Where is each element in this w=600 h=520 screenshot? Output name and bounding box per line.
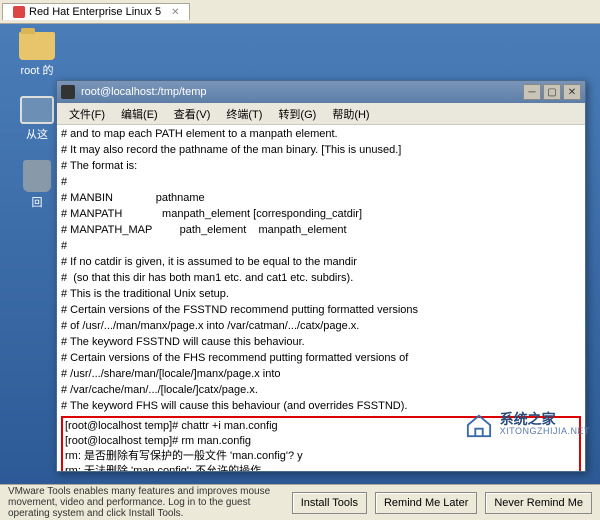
terminal-icon: [61, 85, 75, 99]
close-tab-icon[interactable]: ✕: [171, 7, 179, 18]
menu-view[interactable]: 查看(V): [168, 104, 217, 124]
install-tools-button[interactable]: Install Tools: [292, 492, 367, 514]
menu-terminal[interactable]: 终端(T): [220, 104, 268, 124]
remind-later-button[interactable]: Remind Me Later: [375, 492, 477, 514]
watermark-url: XITONGZHIJIA.NET: [500, 425, 590, 437]
minimize-button[interactable]: ─: [523, 84, 541, 100]
house-icon: [464, 412, 494, 438]
vmware-tools-bar: VMware Tools enables many features and i…: [0, 484, 600, 520]
desktop-icons: root 的 从这 回: [12, 32, 62, 210]
desktop-icon-label: root 的: [20, 62, 53, 78]
close-button[interactable]: ✕: [563, 84, 581, 100]
menu-bar: 文件(F) 编辑(E) 查看(V) 终端(T) 转到(G) 帮助(H): [57, 103, 585, 125]
window-title-bar[interactable]: root@localhost:/tmp/temp ─ ▢ ✕: [57, 81, 585, 103]
desktop-trash-icon[interactable]: 回: [12, 160, 62, 210]
menu-go[interactable]: 转到(G): [272, 104, 322, 124]
vm-tab-title: Red Hat Enterprise Linux 5: [29, 6, 161, 18]
folder-icon: [19, 32, 55, 60]
desktop-folder-icon[interactable]: root 的: [12, 32, 62, 78]
desktop-icon-label: 回: [32, 194, 43, 210]
vm-tab[interactable]: Red Hat Enterprise Linux 5 ✕: [2, 3, 190, 20]
watermark-title: 系统之家: [500, 413, 590, 425]
trash-icon: [23, 160, 51, 192]
menu-file[interactable]: 文件(F): [63, 104, 111, 124]
window-title: root@localhost:/tmp/temp: [81, 86, 523, 98]
never-remind-button[interactable]: Never Remind Me: [485, 492, 592, 514]
menu-edit[interactable]: 编辑(E): [115, 104, 164, 124]
maximize-button[interactable]: ▢: [543, 84, 561, 100]
desktop-icon-label: 从这: [26, 126, 48, 142]
guest-desktop: root 的 从这 回 root@localhost:/tmp/temp ─ ▢…: [0, 24, 600, 484]
watermark: 系统之家 XITONGZHIJIA.NET: [464, 412, 590, 438]
desktop-computer-icon[interactable]: 从这: [12, 96, 62, 142]
vm-tab-bar: Red Hat Enterprise Linux 5 ✕: [0, 0, 600, 24]
redhat-icon: [13, 6, 25, 18]
vmware-tools-message: VMware Tools enables many features and i…: [8, 486, 284, 519]
menu-help[interactable]: 帮助(H): [326, 104, 375, 124]
computer-icon: [20, 96, 54, 124]
